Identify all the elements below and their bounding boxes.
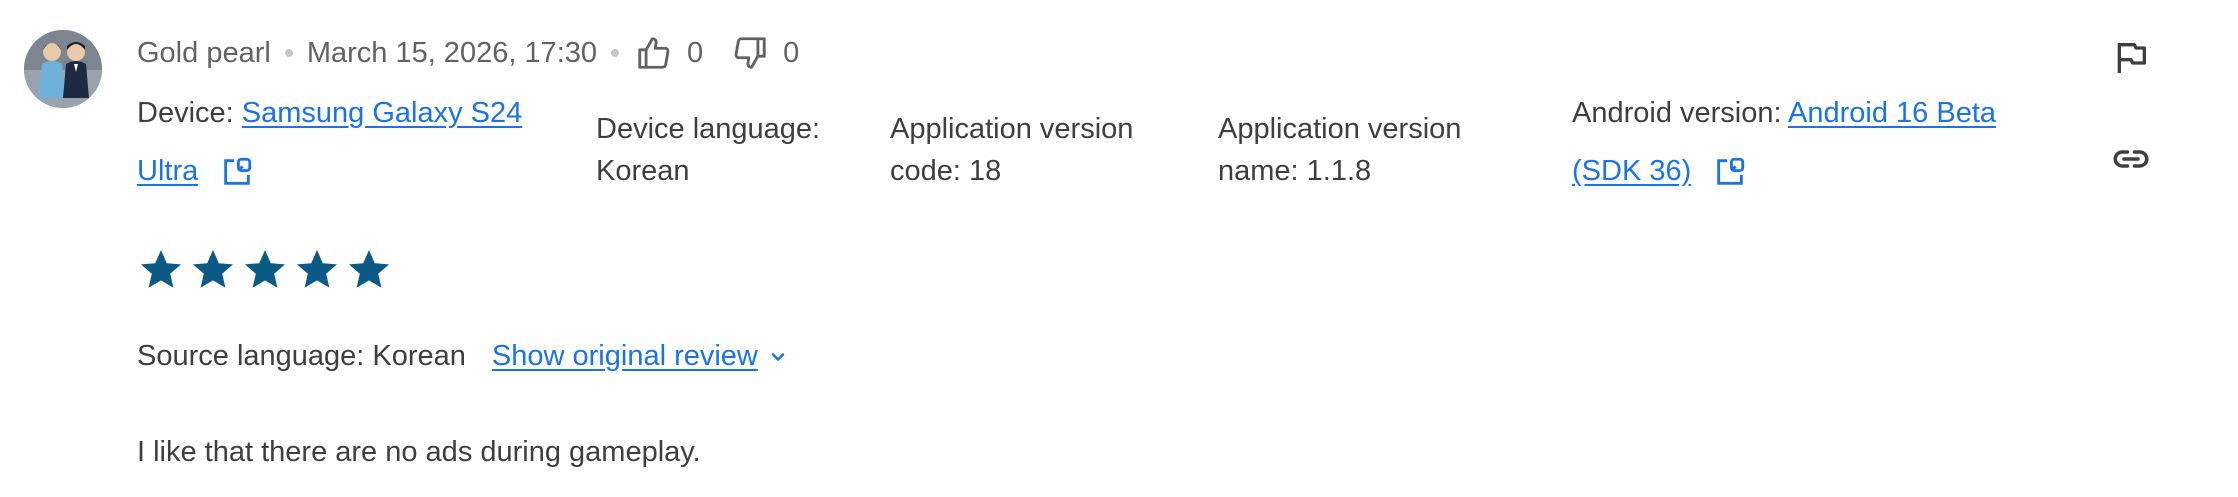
device-name-link-cont[interactable]: Ultra xyxy=(137,155,198,187)
android-version-link-cont[interactable]: (SDK 36) xyxy=(1572,155,1691,187)
android-version-label: Android version: xyxy=(1572,97,1782,129)
device-language-value: Korean xyxy=(596,155,690,187)
app-version-name-line1: Application version xyxy=(1218,113,1462,145)
device-info: Device: Samsung Galaxy S24 Ultra xyxy=(137,84,522,200)
link-icon[interactable] xyxy=(2107,135,2155,183)
show-original-review-button[interactable]: Show original review xyxy=(492,340,788,373)
star-icon xyxy=(349,250,389,288)
star-icon xyxy=(297,250,337,288)
source-language-label: Source language: Korean xyxy=(137,340,466,372)
separator-dot xyxy=(611,49,620,57)
app-version-code-line1: Application version xyxy=(890,113,1134,145)
open-in-new-icon[interactable] xyxy=(1713,151,1747,186)
app-version-name-line2: name: 1.1.8 xyxy=(1218,155,1372,187)
review-timestamp: March 15, 2026, 17:30 xyxy=(306,36,598,69)
star-rating xyxy=(137,245,393,293)
app-version-code-info: Application version code: 18 xyxy=(890,108,1133,192)
show-original-label: Show original review xyxy=(491,340,758,372)
flag-icon[interactable] xyxy=(2107,34,2155,82)
separator-dot xyxy=(284,49,293,57)
thumbs-up-icon[interactable] xyxy=(633,32,675,74)
device-language-label: Device language: xyxy=(596,113,821,145)
open-in-new-icon[interactable] xyxy=(220,151,254,186)
avatar xyxy=(24,30,102,108)
device-language-info: Device language: Korean xyxy=(596,108,820,192)
translation-row: Source language: Korean Show original re… xyxy=(137,340,788,373)
star-icon xyxy=(245,250,285,288)
device-label: Device: xyxy=(137,97,234,129)
android-version-info: Android version: Android 16 Beta (SDK 36… xyxy=(1572,84,1996,200)
thumbs-up-count: 0 xyxy=(687,36,704,69)
star-icon xyxy=(193,250,233,288)
app-version-code-line2: code: 18 xyxy=(890,155,1002,187)
thumbs-down-count: 0 xyxy=(783,36,800,69)
device-name-link[interactable]: Samsung Galaxy S24 xyxy=(242,97,522,129)
chevron-down-icon xyxy=(771,352,785,361)
android-version-link[interactable]: Android 16 Beta xyxy=(1788,97,1996,129)
star-icon xyxy=(141,250,181,288)
author-name: Gold pearl xyxy=(137,36,271,69)
review-header: Gold pearl March 15, 2026, 17:30 0 0 xyxy=(137,30,825,76)
thumbs-down-icon[interactable] xyxy=(729,32,771,74)
app-version-name-info: Application version name: 1.1.8 xyxy=(1218,108,1461,192)
review-body: I like that there are no ads during game… xyxy=(137,436,701,468)
